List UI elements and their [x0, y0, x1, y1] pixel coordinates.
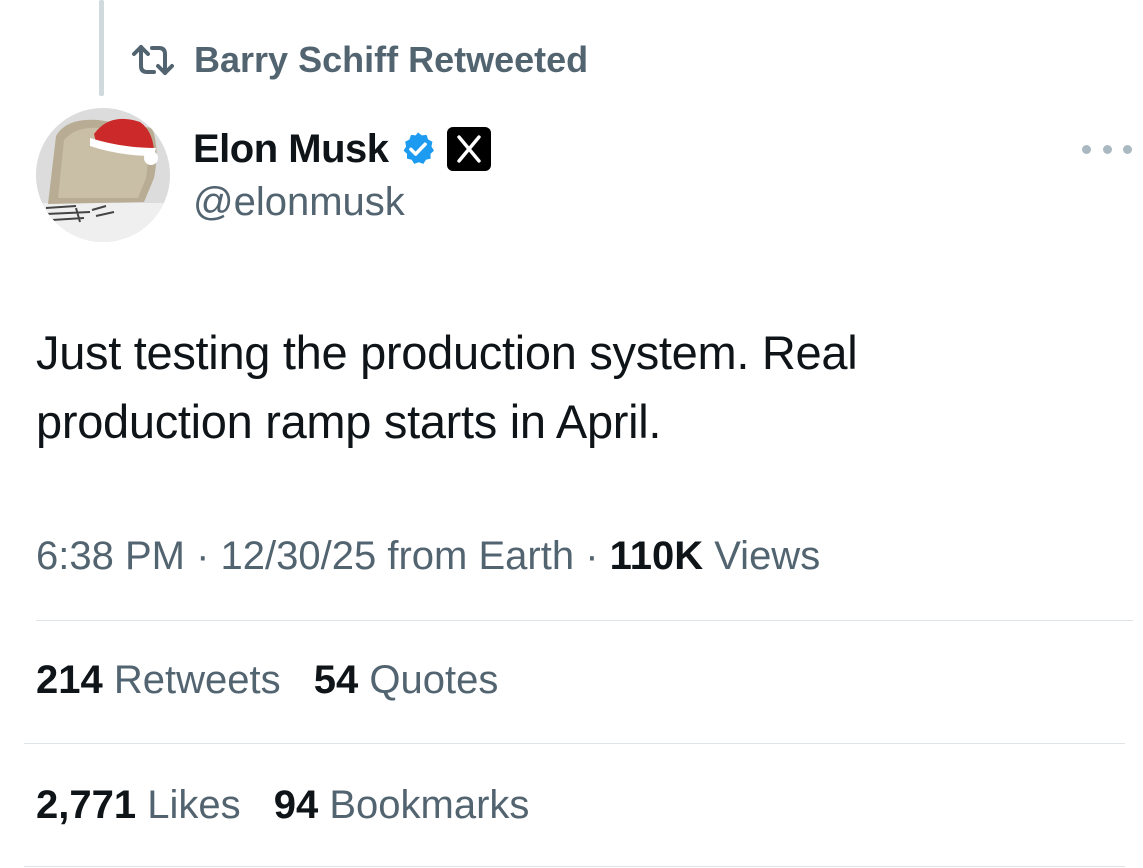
meta-separator: · — [585, 534, 599, 578]
author-display-name[interactable]: Elon Musk — [193, 127, 389, 172]
retweet-icon — [130, 44, 176, 76]
tweet-source: from Earth — [387, 534, 575, 578]
retweets-label: Retweets — [113, 658, 281, 702]
tweet-text: Just testing the production system. Real… — [36, 318, 1096, 456]
quotes-label: Quotes — [369, 658, 499, 702]
bookmarks-stat[interactable]: 94 Bookmarks — [274, 783, 530, 828]
likes-label: Likes — [147, 783, 241, 827]
more-dot — [1082, 144, 1091, 154]
more-dot — [1102, 144, 1112, 154]
likes-count: 2,771 — [36, 783, 137, 827]
quotes-count: 54 — [313, 658, 359, 702]
divider — [24, 866, 1125, 867]
author-name-row: Elon Musk — [193, 126, 491, 172]
tweet-date[interactable]: 12/30/25 — [221, 534, 377, 578]
quotes-stat[interactable]: 54 Quotes — [314, 658, 499, 703]
retweets-count: 214 — [36, 658, 103, 702]
tweet-meta: 6:38 PM · 12/30/25 from Earth · 110K Vie… — [36, 534, 820, 579]
views-label[interactable]: Views — [714, 534, 820, 578]
verified-badge-icon[interactable] — [399, 130, 437, 168]
retweets-stat[interactable]: 214 Retweets — [36, 658, 281, 703]
divider — [24, 743, 1125, 744]
retweet-context[interactable]: Barry Schiff Retweeted — [130, 38, 588, 82]
views-count[interactable]: 110K — [610, 534, 703, 578]
bookmarks-count: 94 — [273, 783, 319, 827]
engagement-row-2: 2,771 Likes 94 Bookmarks — [36, 783, 551, 828]
x-logo-icon[interactable] — [446, 127, 491, 171]
more-dot — [1123, 144, 1132, 154]
thread-connector-line — [99, 0, 104, 96]
divider — [36, 620, 1133, 621]
avatar[interactable] — [36, 108, 170, 242]
engagement-row-1: 214 Retweets 54 Quotes — [36, 658, 520, 703]
retweet-context-text: Barry Schiff Retweeted — [194, 39, 589, 80]
tweet-time[interactable]: 6:38 PM — [36, 534, 185, 578]
author-handle[interactable]: @elonmusk — [193, 180, 405, 225]
bookmarks-label: Bookmarks — [329, 783, 530, 827]
likes-stat[interactable]: 2,771 Likes — [36, 783, 241, 828]
tweet-text-line: Just testing the production system. Real — [36, 326, 858, 379]
tweet-text-line: production ramp starts in April. — [36, 395, 662, 448]
meta-separator: · — [196, 534, 210, 578]
more-options-icon[interactable] — [1082, 134, 1132, 164]
